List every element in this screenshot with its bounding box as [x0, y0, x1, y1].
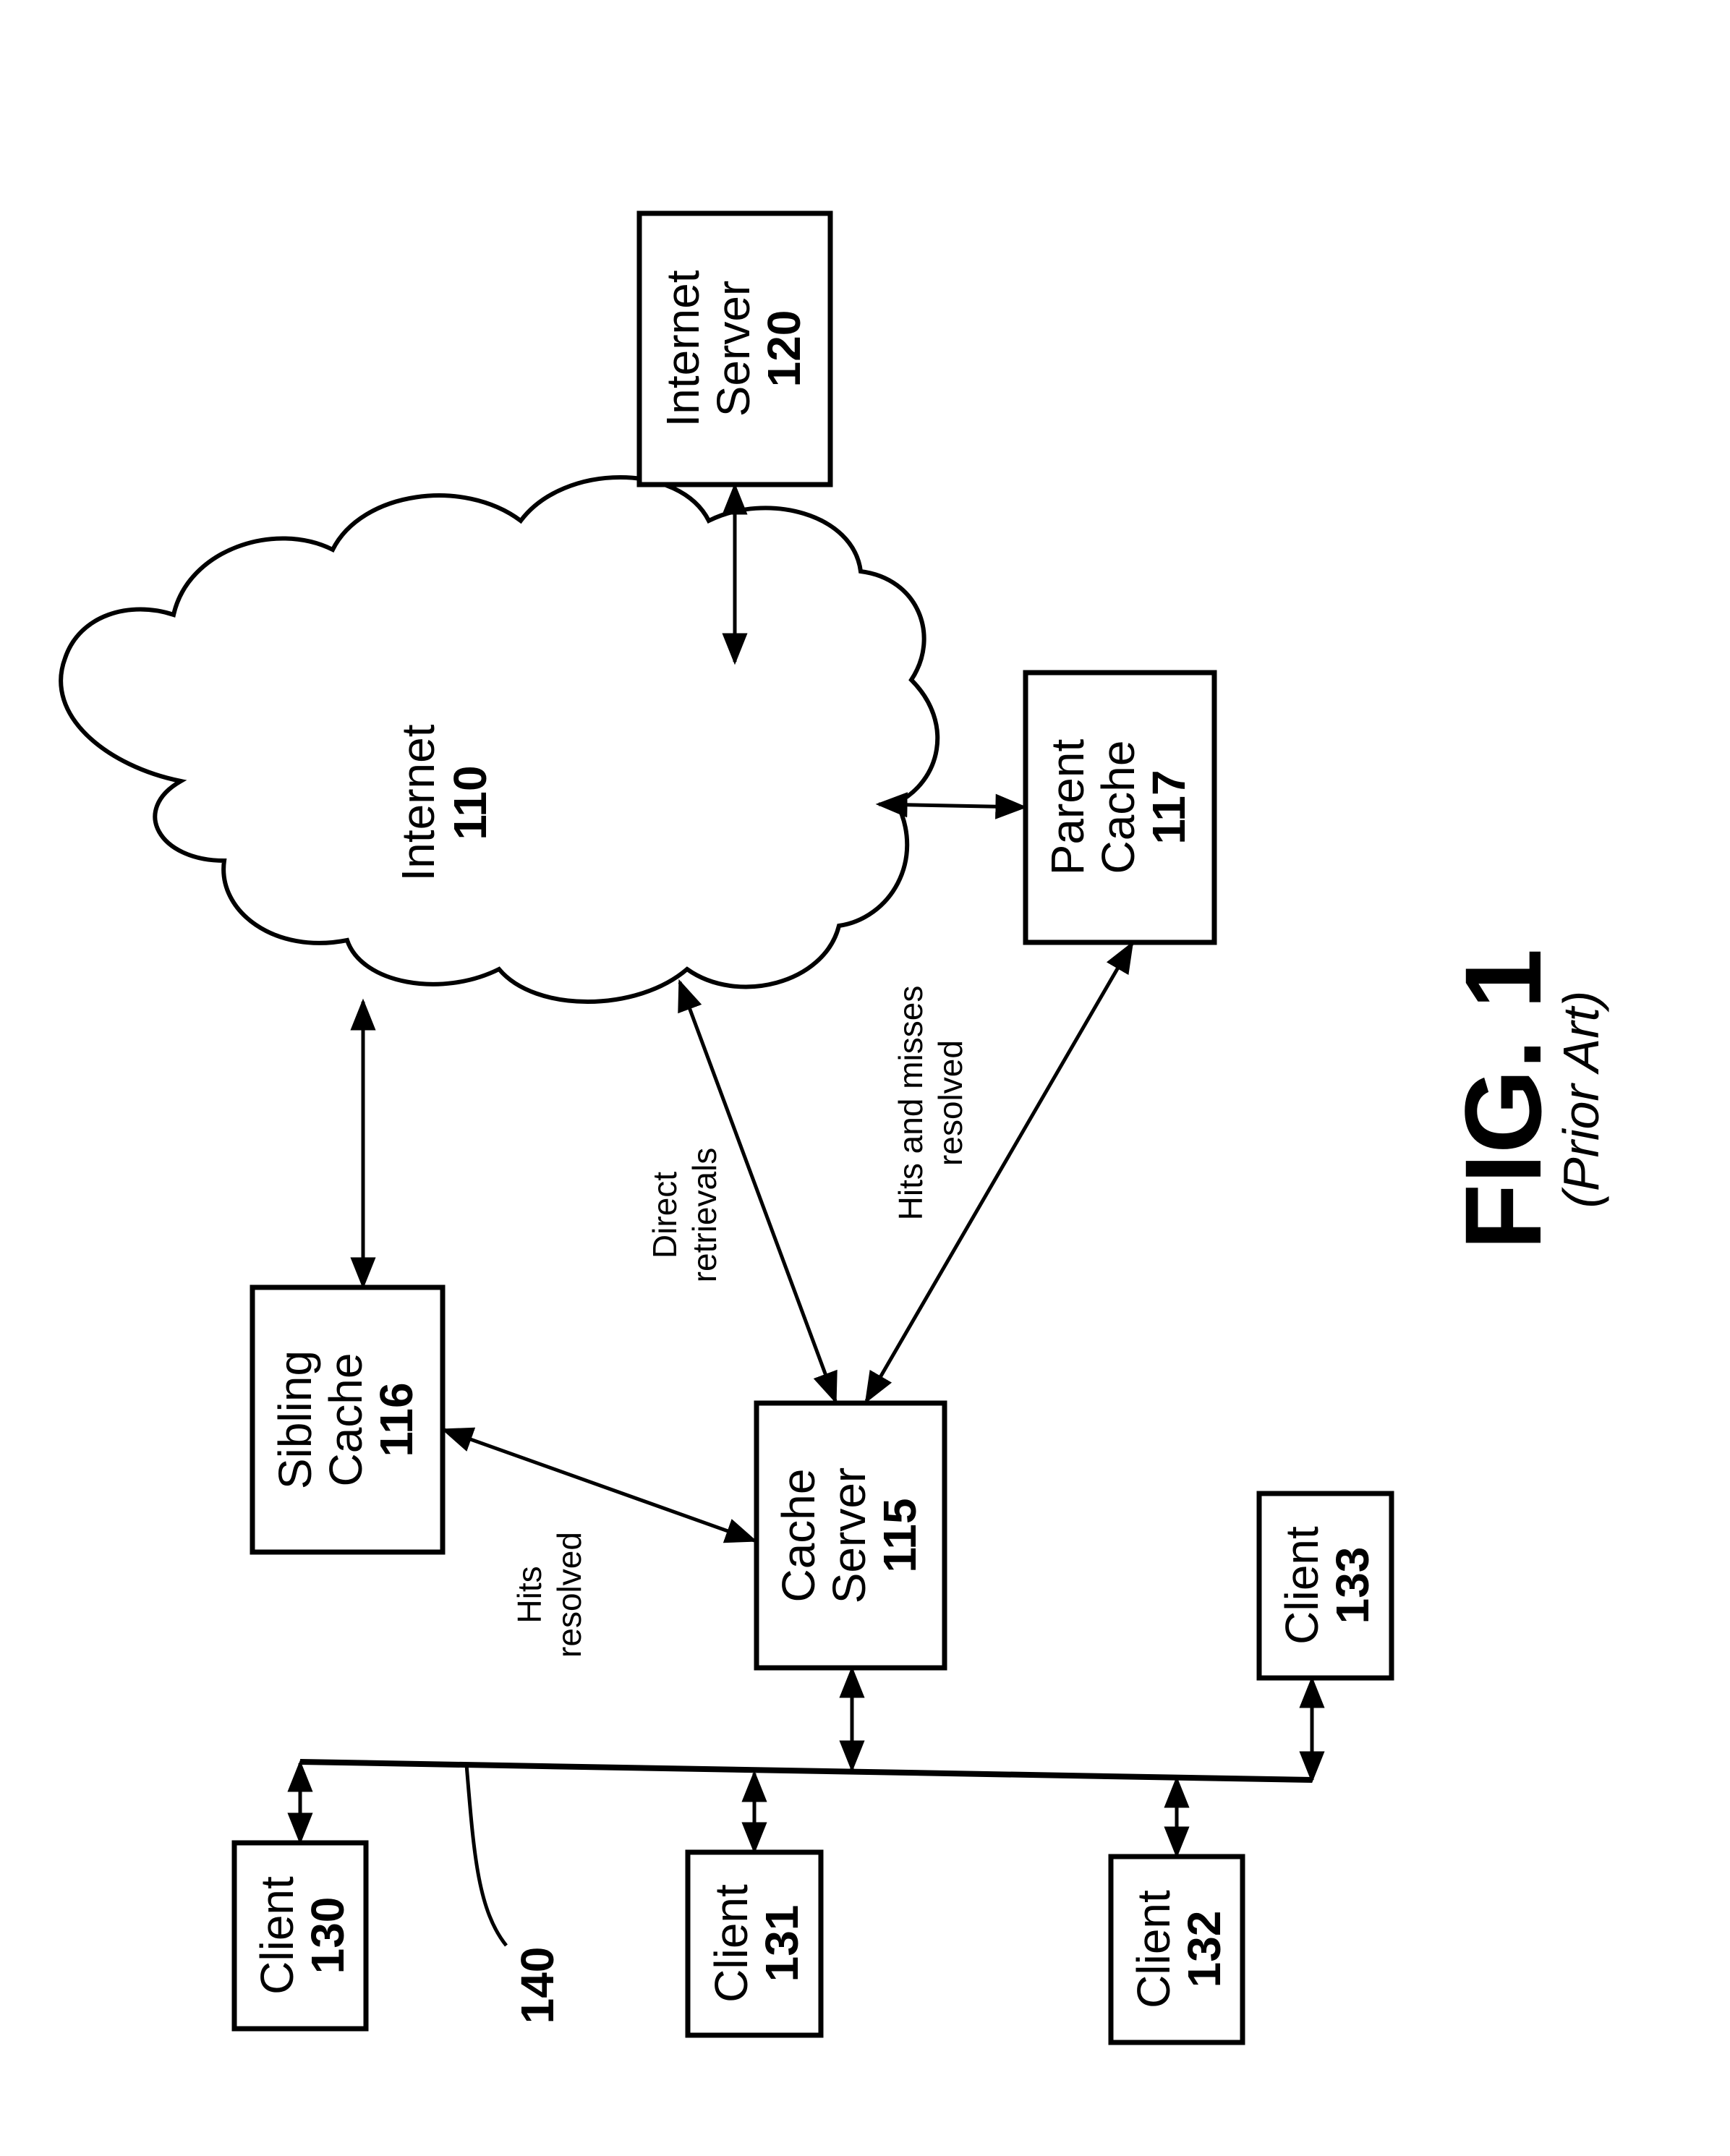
parent-cache-number: 117	[1143, 770, 1195, 844]
network-label: 140	[511, 1947, 563, 2024]
client-131-line1: Client	[705, 1884, 757, 2003]
node-internet-server[interactable]: Internet Server 120	[636, 210, 833, 487]
internet-server-line1: Internet	[657, 270, 709, 427]
cache-server-number: 115	[874, 1498, 926, 1572]
sibling-cache-line1: Sibling	[269, 1350, 321, 1489]
cache-server-line2: Server	[823, 1467, 875, 1604]
node-client-131[interactable]: Client 131	[685, 1849, 824, 2038]
client-132-line1: Client	[1128, 1890, 1180, 2008]
network-bus	[299, 1759, 1313, 1783]
network-leader-line	[464, 1764, 508, 1947]
node-client-130[interactable]: Client 130	[231, 1840, 369, 2032]
sibling-cache-number: 116	[370, 1382, 422, 1457]
parent-cache-line2: Cache	[1092, 741, 1144, 874]
edge-label-direct-line1: Direct	[646, 1172, 683, 1258]
edge-label-parent-line2: resolved	[932, 1040, 969, 1166]
internet-number: 110	[444, 765, 496, 840]
parent-cache-line1: Parent	[1041, 739, 1094, 876]
client-131-number: 131	[756, 1905, 808, 1982]
internet-cloud: Internet 110	[59, 475, 940, 1004]
node-client-132[interactable]: Client 132	[1108, 1854, 1245, 2045]
figure-title: FIG. 1	[1442, 949, 1564, 1250]
internet-server-number: 120	[758, 310, 810, 388]
client-130-line1: Client	[251, 1876, 303, 1995]
client-133-line1: Client	[1276, 1526, 1328, 1645]
arrow-hits-resolved	[440, 1427, 758, 1543]
client-133-number: 133	[1326, 1547, 1379, 1624]
diagram-canvas: Internet 110 Internet Server 120 Parent …	[59, 210, 1609, 2045]
edge-label-sibling-line2: resolved	[550, 1532, 588, 1658]
internet-label: Internet	[392, 724, 444, 881]
sibling-cache-line2: Cache	[320, 1353, 372, 1487]
edge-label-parent-line1: Hits and misses	[892, 986, 929, 1221]
edge-label-sibling-line1: Hits	[511, 1566, 548, 1623]
node-client-133[interactable]: Client 133	[1256, 1491, 1394, 1681]
client-132-number: 132	[1178, 1911, 1230, 1988]
internet-server-line2: Server	[707, 281, 759, 417]
client-130-number: 130	[302, 1897, 354, 1974]
edge-label-direct-line2: retrievals	[686, 1148, 723, 1283]
cache-server-line1: Cache	[772, 1469, 824, 1603]
figure-subtitle: (Prior Art)	[1553, 991, 1609, 1209]
node-parent-cache[interactable]: Parent Cache 117	[1023, 670, 1217, 945]
node-cache-server[interactable]: Cache Server 115	[754, 1400, 947, 1671]
node-sibling-cache[interactable]: Sibling Cache 116	[250, 1284, 446, 1555]
